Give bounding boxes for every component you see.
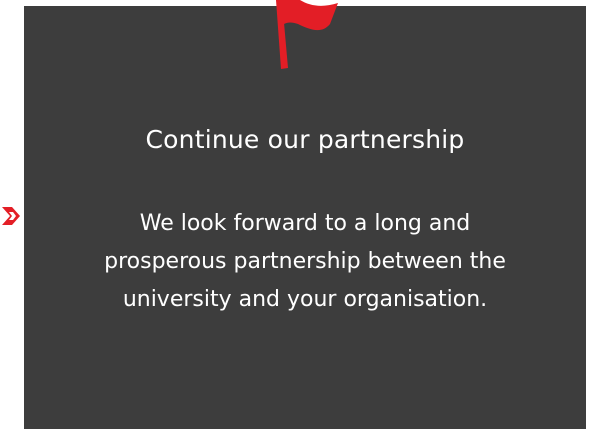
chevron-right-icon: [2, 207, 20, 225]
body-line: university and your organisation.: [122, 287, 488, 312]
section-body: We look forward to a long and prosperous…: [50, 205, 560, 319]
flag-icon: [276, 0, 338, 69]
body-line: We look forward to a long and: [139, 211, 471, 236]
body-line: prosperous partnership between the: [104, 249, 506, 274]
section-title: Continue our partnership: [145, 125, 465, 154]
page: Continue our partnership We look forward…: [0, 0, 591, 429]
